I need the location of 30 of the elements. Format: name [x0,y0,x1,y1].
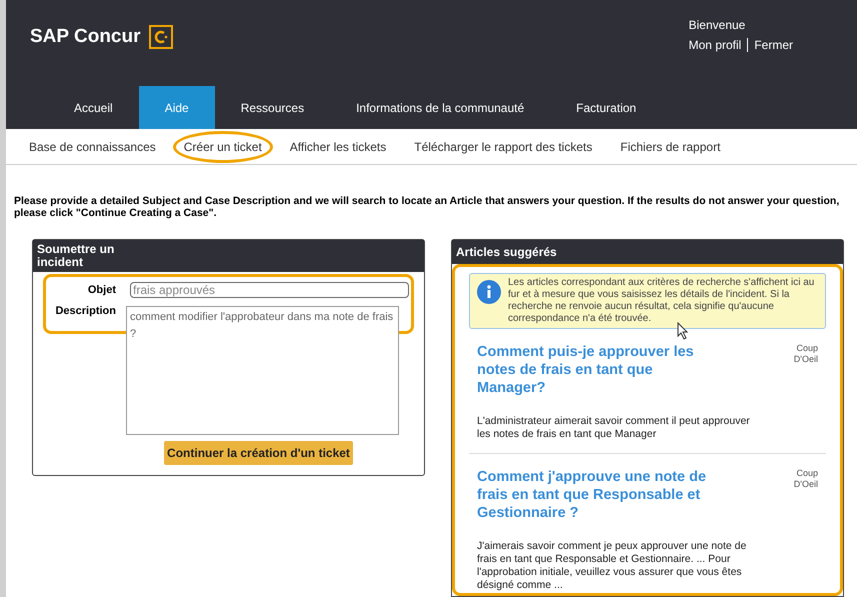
header-link[interactable]: Fermer [754,36,793,54]
logo-icon [148,25,173,49]
cursor-icon [677,322,689,340]
nav-tab[interactable]: Informations de la communauté [330,86,550,130]
nav-tab[interactable]: Accueil [48,86,139,130]
nav-tab[interactable]: Aide [138,86,215,130]
preview-link[interactable]: Coup D'Oeil [782,343,818,397]
panel-title: Articles suggérés [452,240,843,264]
field-label: Description [54,304,116,318]
subnav-link[interactable]: Télécharger le rapport des tickets [403,130,604,163]
article-summary: L'administrateur aimerait savoir comment il peut approuver les notes de frais en tant que Manager [477,415,751,441]
header-link[interactable]: Mon profil [688,36,742,54]
nav-tab[interactable]: Facturation [550,86,662,130]
continue-button[interactable]: Continuer la création d'un ticket [164,441,353,465]
subnav-link[interactable]: Afficher les tickets [278,130,398,163]
nav-tab[interactable]: Ressources [214,86,330,130]
preview-link[interactable]: Coup D'Oeil [782,468,818,522]
subject-field[interactable]: frais approuvés [130,282,409,298]
instructions-text: Please provide a detailed Subject and Case Description and we will search to locate an Article that answers your question. If the results do not answer your question, please click "Continue Creating a Case". [14,195,840,219]
info-icon [476,279,502,305]
article-summary: J'aimerais savoir comment je peux approuver une note de frais en tant que Responsable et Gestionnaire. ... Pour l'approbation initiale, veuillez vous assurer que vous êtes désigné comme ... [477,540,748,592]
info-text: Les articles correspondant aux critères de recherche s'affichent ici au fur et à mesure que vous saisissez les détails de l'incident. Si la recherche ne renvoie aucun résultat, cela signifie qu'aucune correspondance n'a été trouvée. [508,277,816,325]
subnav-link[interactable]: Fichiers de rapport [609,130,732,163]
subnav-link[interactable]: Créer un ticket [172,130,273,163]
description-field[interactable]: comment modifier l'approbateur dans ma note de frais ? [126,306,399,435]
subnav-link[interactable]: Base de connaissances [18,130,167,163]
panel-title: Soumettre un incident [33,240,424,272]
logo-text: SAP Concur [30,24,141,49]
greeting-text: Bienvenue [688,17,746,34]
field-label: Objet [86,283,116,298]
